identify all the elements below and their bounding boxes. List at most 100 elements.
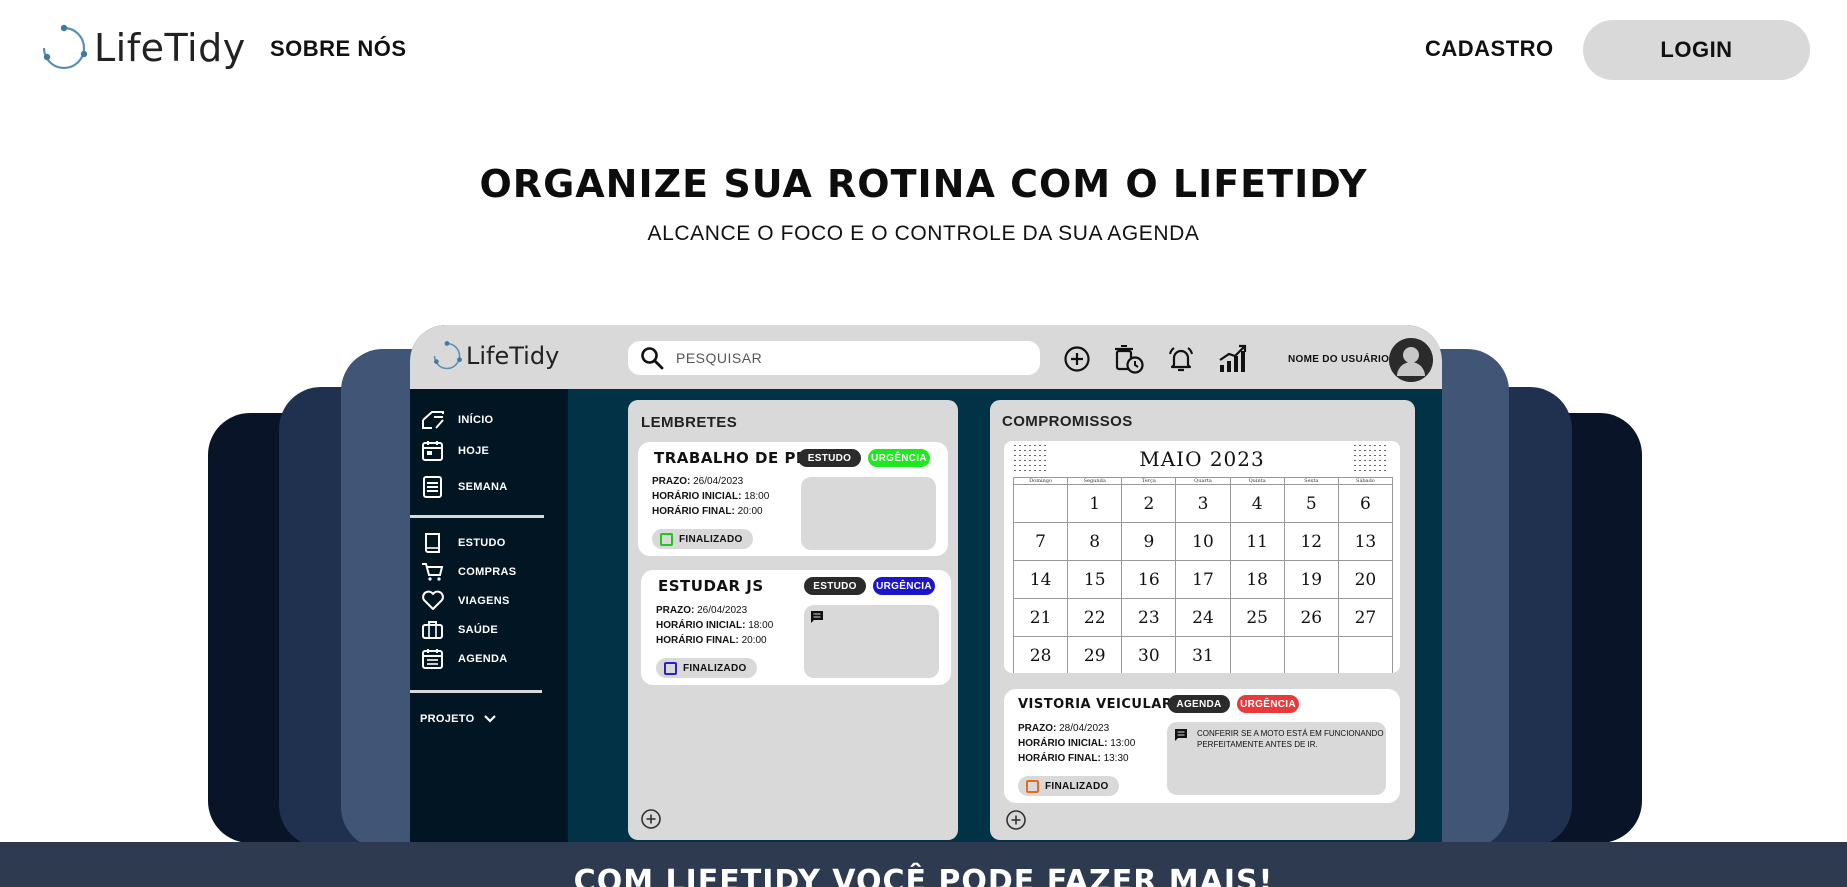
finished-toggle[interactable]: FINALIZADO xyxy=(1018,776,1119,796)
calendar-week-row: 21 22 23 24 25 26 27 xyxy=(1012,598,1394,637)
category-badge: ESTUDO xyxy=(804,577,866,595)
calendar-day-cell[interactable] xyxy=(1229,636,1285,673)
app-preview: LifeTidy NOME DO USUÁRIO xyxy=(410,325,1442,845)
calendar-day-cell[interactable]: 28 xyxy=(1012,636,1069,673)
note-text: CONFERIR SE A MOTO ESTÁ EM FUNCIONANDO P… xyxy=(1197,729,1384,749)
lifetidy-logo-icon xyxy=(42,24,88,70)
calendar-day-cell[interactable]: 13 xyxy=(1337,522,1394,561)
end-value: 20:00 xyxy=(741,635,767,646)
calendar-day-cell[interactable]: 14 xyxy=(1012,560,1069,599)
category-badge: AGENDA xyxy=(1168,695,1230,713)
add-circle-icon[interactable] xyxy=(1060,342,1094,376)
calendar-day-cell[interactable] xyxy=(1337,636,1394,673)
task-note-box[interactable] xyxy=(804,605,939,678)
calendar-day-cell[interactable]: 4 xyxy=(1229,484,1285,523)
calendar-day-cell[interactable]: 15 xyxy=(1067,560,1123,599)
sidebar-item-saude[interactable]: SAÚDE xyxy=(420,618,498,642)
alarm-bell-icon[interactable] xyxy=(1164,342,1198,376)
calendar-day-cell[interactable]: 7 xyxy=(1012,522,1069,561)
sidebar-item-label: AGENDA xyxy=(458,653,508,665)
top-navbar: LifeTidy SOBRE NÓS CADASTRO LOGIN xyxy=(0,0,1847,98)
calendar-day-cell[interactable]: 19 xyxy=(1283,560,1339,599)
finished-label: FINALIZADO xyxy=(679,533,743,545)
checkbox[interactable] xyxy=(1026,779,1039,793)
weekday-header: Segunda xyxy=(1067,477,1123,485)
checkbox[interactable] xyxy=(664,661,677,675)
search-icon xyxy=(641,347,664,370)
growth-chart-icon[interactable] xyxy=(1216,342,1250,376)
sidebar-item-label: HOJE xyxy=(458,445,490,457)
finished-toggle[interactable]: FINALIZADO xyxy=(656,658,757,678)
calendar-day-cell[interactable]: 11 xyxy=(1229,522,1285,561)
calendar-day-cell[interactable]: 17 xyxy=(1175,560,1231,599)
finished-toggle[interactable]: FINALIZADO xyxy=(652,529,753,549)
banner-text: COM LIFETIDY VOCÊ PODE FAZER MAIS! xyxy=(573,864,1274,887)
end-label: HORÁRIO FINAL: xyxy=(1018,753,1101,764)
nav-link-about[interactable]: SOBRE NÓS xyxy=(270,36,407,62)
task-title: TRABALHO DE PI xyxy=(654,449,803,467)
sidebar-item-viagens[interactable]: VIAGENS xyxy=(420,589,510,613)
user-name: NOME DO USUÁRIO xyxy=(1288,354,1390,365)
add-appointment-icon[interactable] xyxy=(1005,809,1027,831)
calendar-day-cell[interactable]: 30 xyxy=(1121,636,1177,673)
finished-label: FINALIZADO xyxy=(1045,780,1109,792)
hero-subtitle: ALCANCE O FOCO E O CONTROLE DA SUA AGEND… xyxy=(647,222,1200,245)
calendar-day-cell[interactable]: 27 xyxy=(1337,598,1394,637)
calendar-day-cell[interactable]: 16 xyxy=(1121,560,1177,599)
calendar-day-cell[interactable]: 25 xyxy=(1229,598,1285,637)
project-dropdown[interactable]: PROJETO xyxy=(420,707,500,731)
sidebar-divider xyxy=(410,690,542,693)
calendar-day-cell[interactable]: 26 xyxy=(1283,598,1339,637)
checkbox[interactable] xyxy=(660,532,673,546)
sidebar-item-agenda[interactable]: AGENDA xyxy=(420,647,507,671)
calendar-day-cell[interactable]: 10 xyxy=(1175,522,1231,561)
nav-link-signup[interactable]: CADASTRO xyxy=(1425,36,1554,62)
add-reminder-icon[interactable] xyxy=(640,808,662,830)
app-brand-name: LifeTidy xyxy=(466,342,560,370)
avatar[interactable] xyxy=(1389,338,1433,382)
reminder-card[interactable]: ESTUDAR JS ESTUDO URGÊNCIA PRAZO: 26/04/… xyxy=(641,570,951,685)
calendar-day-cell[interactable]: 1 xyxy=(1067,484,1123,523)
sidebar-item-inicio[interactable]: INÍCIO xyxy=(420,408,493,432)
cart-icon xyxy=(422,563,444,581)
calendar-day-cell[interactable]: 18 xyxy=(1229,560,1285,599)
calendar-day-cell[interactable]: 8 xyxy=(1067,522,1123,561)
calendar-day-cell[interactable]: 9 xyxy=(1121,522,1177,561)
calendar-day-cell[interactable] xyxy=(1283,636,1339,673)
sidebar-item-label: SAÚDE xyxy=(458,624,499,636)
calendar-month: MAIO 2023 xyxy=(1139,447,1265,471)
sidebar-item-label: VIAGENS xyxy=(458,595,510,607)
calendar-day-cell[interactable]: 20 xyxy=(1337,560,1394,599)
calendar-day-cell[interactable]: 22 xyxy=(1067,598,1123,637)
chevron-down-icon xyxy=(484,715,497,723)
weekday-header: Sexta xyxy=(1283,477,1339,485)
task-note-box[interactable] xyxy=(801,477,936,550)
calendar-day-cell[interactable]: 29 xyxy=(1067,636,1123,673)
sidebar-item-semana[interactable]: SEMANA xyxy=(420,475,507,499)
calendar-day-cell[interactable]: 2 xyxy=(1121,484,1177,523)
calendar-day-cell[interactable]: 5 xyxy=(1283,484,1339,523)
deadline-label: PRAZO: xyxy=(656,605,695,616)
search-input[interactable] xyxy=(676,350,1016,366)
calendar-day-cell[interactable] xyxy=(1012,484,1069,523)
appointment-card[interactable]: VISTORIA VEICULAR AGENDA URGÊNCIA PRAZO:… xyxy=(1004,689,1400,803)
calendar-day-cell[interactable]: 6 xyxy=(1337,484,1394,523)
login-button[interactable]: LOGIN xyxy=(1583,20,1810,80)
sidebar-item-hoje[interactable]: HOJE xyxy=(420,439,489,463)
task-note-box[interactable]: CONFERIR SE A MOTO ESTÁ EM FUNCIONANDO P… xyxy=(1167,722,1386,795)
calendar-day-cell[interactable]: 24 xyxy=(1175,598,1231,637)
lifetidy-logo-icon xyxy=(433,341,462,370)
sidebar-item-compras[interactable]: COMPRAS xyxy=(420,560,516,584)
reminder-card[interactable]: TRABALHO DE PI ESTUDO URGÊNCIA PRAZO: 26… xyxy=(638,442,948,556)
brand-logo[interactable]: LifeTidy xyxy=(40,24,246,72)
calendar-day-cell[interactable]: 3 xyxy=(1175,484,1231,523)
calendar-day-cell[interactable]: 23 xyxy=(1121,598,1177,637)
app-sidebar: INÍCIO HOJE SEMANA ESTUDO COMPRAS VIAGEN… xyxy=(410,389,568,845)
trash-clock-icon[interactable] xyxy=(1112,342,1146,376)
calendar-day-cell[interactable]: 31 xyxy=(1175,636,1231,673)
calendar-day-cell[interactable]: 12 xyxy=(1283,522,1339,561)
comment-icon xyxy=(1175,729,1187,741)
sidebar-item-estudo[interactable]: ESTUDO xyxy=(420,531,506,555)
search-bar[interactable] xyxy=(628,341,1040,375)
calendar-day-cell[interactable]: 21 xyxy=(1012,598,1069,637)
